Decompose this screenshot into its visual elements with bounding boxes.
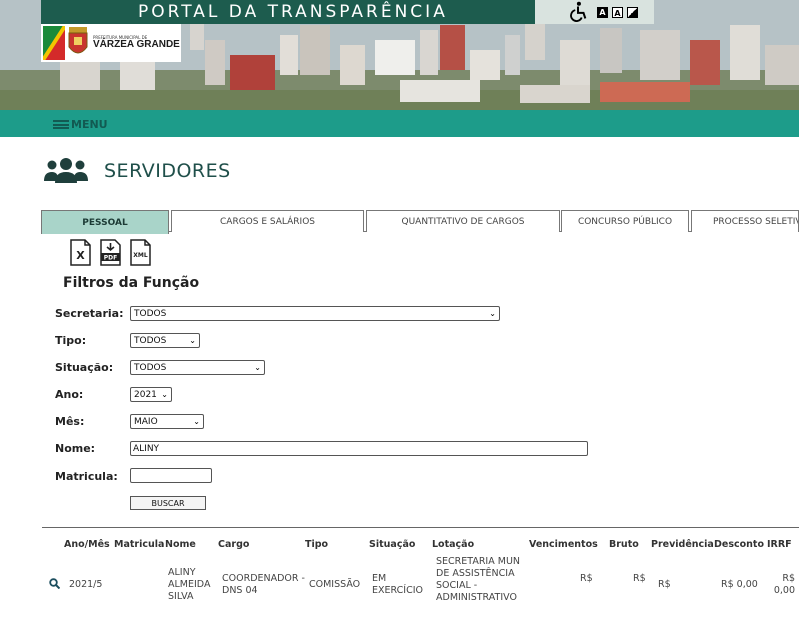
col-lotacao: Lotação — [432, 539, 475, 550]
svg-text:X: X — [76, 249, 85, 262]
matricula-label: Matricula: — [55, 470, 118, 483]
col-vencimentos: Vencimentos — [529, 539, 598, 550]
col-tipo: Tipo — [305, 539, 329, 550]
col-previdencia: Previdência — [651, 539, 714, 550]
tab-concurso-publico[interactable]: CONCURSO PÚBLICO — [561, 210, 689, 232]
users-group-icon — [44, 158, 88, 183]
cell-desconto: R$ 0,00 — [721, 579, 758, 590]
col-desconto: Desconto — [714, 539, 764, 550]
hamburger-icon — [53, 120, 69, 129]
col-cargo: Cargo — [218, 539, 250, 550]
situacao-value: TODOS — [134, 362, 167, 373]
tab-pessoal[interactable]: PESSOAL — [41, 210, 169, 234]
col-bruto: Bruto — [609, 539, 639, 550]
cell-vencimentos: R$ — [580, 573, 593, 584]
cell-previdencia: R$ — [658, 579, 671, 590]
city-flag-icon — [43, 26, 65, 60]
nome-label: Nome: — [55, 442, 96, 455]
matricula-input[interactable] — [130, 468, 212, 483]
svg-text:XML: XML — [133, 252, 148, 259]
svg-text:PDF: PDF — [104, 255, 117, 262]
mes-select[interactable]: MAIO ⌄ — [130, 414, 204, 429]
xml-export-icon[interactable]: XML — [129, 239, 152, 266]
col-irrf: IRRF — [767, 539, 792, 550]
city-crest-icon — [68, 27, 88, 54]
ano-select[interactable]: 2021 ⌄ — [130, 387, 172, 402]
wheelchair-icon[interactable] — [567, 1, 589, 23]
portal-title: PORTAL DA TRANSPARÊNCIA — [41, 0, 535, 24]
tipo-select[interactable]: TODOS ⌄ — [130, 333, 200, 348]
col-situacao: Situação — [369, 539, 416, 550]
cell-ano-mes: 2021/5 — [69, 579, 103, 590]
menu-bar: MENU — [0, 110, 799, 137]
mes-label: Mês: — [55, 415, 85, 428]
nome-input[interactable]: ALINY — [130, 441, 588, 456]
page-title: SERVIDORES — [104, 160, 231, 182]
accessibility-bar: A A — [535, 0, 654, 24]
tabs-bar: PESSOAL CARGOS E SALÁRIOS QUANTITATIVO D… — [41, 210, 799, 234]
ano-value: 2021 — [134, 389, 157, 400]
tab-cargos-e-salarios[interactable]: CARGOS E SALÁRIOS — [171, 210, 364, 232]
chevron-down-icon: ⌄ — [189, 336, 196, 345]
col-matricula: Matricula — [114, 539, 165, 550]
situacao-select[interactable]: TODOS ⌄ — [130, 360, 265, 375]
ano-label: Ano: — [55, 388, 84, 401]
contrast-toggle-icon[interactable] — [627, 6, 638, 18]
tipo-label: Tipo: — [55, 334, 87, 347]
secretaria-label: Secretaria: — [55, 307, 124, 320]
search-button[interactable]: BUSCAR — [130, 496, 206, 510]
cell-cargo: COORDENADOR - DNS 04 — [222, 573, 305, 596]
mes-value: MAIO — [134, 416, 158, 427]
pdf-export-icon[interactable]: PDF — [99, 239, 122, 266]
situacao-label: Situação: — [55, 361, 114, 374]
cell-irrf: R$ 0,00 — [773, 573, 795, 596]
filters-title: Filtros da Função — [63, 275, 200, 291]
cell-nome: ALINY ALMEIDA SILVA — [168, 567, 211, 602]
city-logo[interactable]: PREFEITURA MUNICIPAL DE VÁRZEA GRANDE — [41, 24, 181, 62]
col-ano-mes: Ano/Mês — [64, 539, 110, 550]
chevron-down-icon: ⌄ — [254, 363, 261, 372]
chevron-down-icon: ⌄ — [193, 417, 200, 426]
high-contrast-light-button[interactable]: A — [612, 6, 623, 18]
menu-button[interactable]: MENU — [53, 118, 108, 131]
high-contrast-dark-button[interactable]: A — [597, 6, 608, 18]
secretaria-select[interactable]: TODOS ⌄ — [130, 306, 500, 321]
tipo-value: TODOS — [134, 335, 167, 346]
page-heading: SERVIDORES — [44, 155, 231, 187]
secretaria-value: TODOS — [134, 308, 167, 319]
section-divider — [42, 527, 799, 528]
chevron-down-icon: ⌄ — [489, 309, 496, 318]
col-nome: Nome — [165, 539, 196, 550]
menu-label: MENU — [71, 118, 108, 131]
cell-lotacao: SECRETARIA MUN DE ASSISTÊNCIA SOCIAL - A… — [436, 556, 521, 603]
export-icons: X PDF XML — [69, 239, 152, 266]
site-header: PORTAL DA TRANSPARÊNCIA A A PREFEITURA M… — [0, 0, 799, 110]
search-icon[interactable] — [49, 578, 60, 589]
cell-bruto: R$ — [633, 573, 646, 584]
cell-tipo: COMISSÃO — [309, 579, 361, 590]
cell-situacao: EM EXERCÍCIO — [372, 573, 423, 596]
tab-quantitativo-de-cargos[interactable]: QUANTITATIVO DE CARGOS — [366, 210, 560, 232]
excel-export-icon[interactable]: X — [69, 239, 92, 266]
tab-processo-seletivo[interactable]: PROCESSO SELETIVO — [691, 210, 799, 232]
logo-city-name: VÁRZEA GRANDE — [93, 39, 180, 50]
chevron-down-icon: ⌄ — [161, 390, 168, 399]
